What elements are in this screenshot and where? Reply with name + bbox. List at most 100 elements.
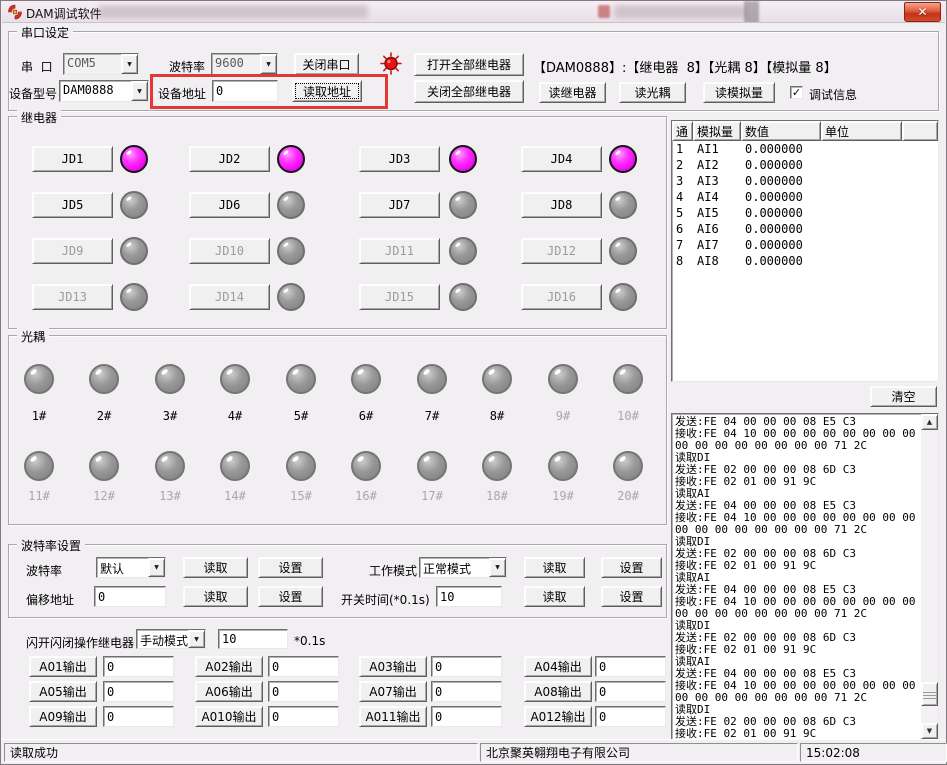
device-model-combobox[interactable]: DAM0888 ▼: [59, 80, 149, 102]
opto-led: [548, 364, 578, 394]
column-header[interactable]: 通: [672, 121, 693, 141]
column-header[interactable]: [902, 121, 938, 141]
ao-output-button[interactable]: A04输出: [524, 656, 592, 677]
chevron-down-icon[interactable]: ▼: [121, 54, 138, 74]
port-combobox[interactable]: COM5 ▼: [63, 53, 139, 75]
relay-button[interactable]: JD7: [359, 192, 440, 218]
ao-output-input[interactable]: [595, 656, 666, 677]
scrollbar-thumb[interactable]: [921, 682, 938, 706]
baudrate-read-button[interactable]: 读取: [183, 557, 248, 578]
ao-output-input[interactable]: [431, 681, 502, 702]
baud-label: 波特率: [169, 58, 205, 75]
close-button[interactable]: ✕: [904, 2, 941, 22]
relay-button[interactable]: JD8: [521, 192, 602, 218]
ao-output-input[interactable]: [431, 706, 502, 727]
baud-combobox[interactable]: 9600 ▼: [211, 53, 278, 75]
device-addr-input[interactable]: [212, 80, 278, 102]
relay-led: [449, 237, 477, 265]
log-scrollbar[interactable]: ▲ ▼: [921, 414, 938, 739]
ao-output-button[interactable]: A02输出: [195, 656, 263, 677]
log-output[interactable]: 发送:FE 04 00 00 00 08 E5 C3 接收:FE 04 10 0…: [671, 413, 939, 740]
chevron-down-icon[interactable]: ▼: [489, 558, 506, 577]
app-window: DAM调试软件 ✕ 串口设定 串 口 COM5 ▼ 波特率 9600 ▼ 关闭串…: [0, 0, 947, 765]
ao-output-input[interactable]: [268, 706, 339, 727]
ao-output-input[interactable]: [268, 656, 339, 677]
relay-button[interactable]: JD5: [32, 192, 113, 218]
ao-output-button[interactable]: A03输出: [359, 656, 427, 677]
clear-log-button[interactable]: 清空: [870, 386, 937, 407]
close-all-relays-button[interactable]: 关闭全部继电器: [414, 80, 524, 103]
table-row: 3AI30.000000: [672, 173, 938, 189]
ao-output-button[interactable]: A012输出: [524, 706, 592, 727]
opto-led: [89, 364, 119, 394]
close-serial-button[interactable]: 关闭串口: [294, 53, 359, 75]
ao-output-button[interactable]: A06输出: [195, 681, 263, 702]
ao-output-button[interactable]: A011输出: [359, 706, 427, 727]
scroll-down-icon[interactable]: ▼: [921, 723, 938, 739]
switch-time-set-button[interactable]: 设置: [601, 586, 662, 607]
relay-button[interactable]: JD6: [189, 192, 270, 218]
relay-button[interactable]: JD1: [32, 146, 113, 172]
baudrate-set-button[interactable]: 设置: [258, 557, 323, 578]
work-mode-combobox[interactable]: 正常模式 ▼: [419, 557, 507, 578]
cell-name: AI1: [693, 142, 741, 156]
ao-output-button[interactable]: A09输出: [29, 706, 97, 727]
ao-output-input[interactable]: [103, 656, 174, 677]
opto-label: 16#: [343, 489, 389, 503]
ao-output-input[interactable]: [103, 681, 174, 702]
column-header[interactable]: 模拟量: [693, 121, 741, 141]
relay-button[interactable]: JD4: [521, 146, 602, 172]
opto-led: [155, 364, 185, 394]
relay-led: [120, 145, 148, 173]
chevron-down-icon[interactable]: ▼: [148, 558, 165, 577]
opto-label: 17#: [409, 489, 455, 503]
flash-relay-label: 闪开闪闭操作继电器: [26, 634, 134, 651]
work-mode-read-button[interactable]: 读取: [524, 557, 585, 578]
chevron-down-icon[interactable]: ▼: [188, 630, 205, 648]
flash-mode-combobox[interactable]: 手动模式 ▼: [136, 629, 206, 649]
relay-button[interactable]: JD2: [189, 146, 270, 172]
debug-info-checkbox[interactable]: ✓: [790, 86, 803, 99]
serial-open-indicator-icon: [378, 51, 404, 76]
opto-label: 5#: [278, 409, 324, 423]
switch-time-input[interactable]: [436, 586, 502, 607]
ao-output-button[interactable]: A010输出: [195, 706, 263, 727]
relay-button[interactable]: JD3: [359, 146, 440, 172]
offset-read-button[interactable]: 读取: [183, 586, 248, 607]
relay-button: JD15: [359, 284, 440, 310]
chevron-down-icon[interactable]: ▼: [260, 54, 277, 74]
offset-set-button[interactable]: 设置: [258, 586, 323, 607]
cell-value: 0.000000: [741, 174, 821, 188]
ao-output-button[interactable]: A07输出: [359, 681, 427, 702]
table-row: 4AI40.000000: [672, 189, 938, 205]
opto-label: 19#: [540, 489, 586, 503]
flash-time-input[interactable]: [218, 629, 288, 649]
switch-time-read-button[interactable]: 读取: [524, 586, 585, 607]
cell-name: AI3: [693, 174, 741, 188]
ao-output-input[interactable]: [595, 681, 666, 702]
scroll-up-icon[interactable]: ▲: [921, 414, 938, 430]
baudrate-value: 默认: [97, 558, 148, 577]
read-opto-button[interactable]: 读光耦: [619, 82, 686, 103]
column-header[interactable]: 数值: [741, 121, 821, 141]
work-mode-set-button[interactable]: 设置: [601, 557, 662, 578]
ao-output-input[interactable]: [595, 706, 666, 727]
ao-output-button[interactable]: A01输出: [29, 656, 97, 677]
ao-output-input[interactable]: [103, 706, 174, 727]
open-all-relays-button[interactable]: 打开全部继电器: [414, 53, 524, 76]
relay-group-label: 继电器: [17, 109, 61, 126]
ao-output-input[interactable]: [431, 656, 502, 677]
baudrate-combobox[interactable]: 默认 ▼: [96, 557, 166, 578]
column-header[interactable]: 单位: [821, 121, 902, 141]
ao-output-button[interactable]: A08输出: [524, 681, 592, 702]
opto-led: [286, 364, 316, 394]
read-analog-button[interactable]: 读模拟量: [703, 82, 775, 103]
opto-led: [24, 364, 54, 394]
chevron-down-icon[interactable]: ▼: [131, 81, 148, 101]
read-relay-button[interactable]: 读继电器: [539, 82, 606, 103]
offset-addr-input[interactable]: [94, 586, 166, 607]
ao-output-input[interactable]: [268, 681, 339, 702]
titlebar[interactable]: DAM调试软件 ✕: [2, 1, 945, 23]
read-addr-button[interactable]: 读取地址: [292, 80, 362, 102]
ao-output-button[interactable]: A05输出: [29, 681, 97, 702]
